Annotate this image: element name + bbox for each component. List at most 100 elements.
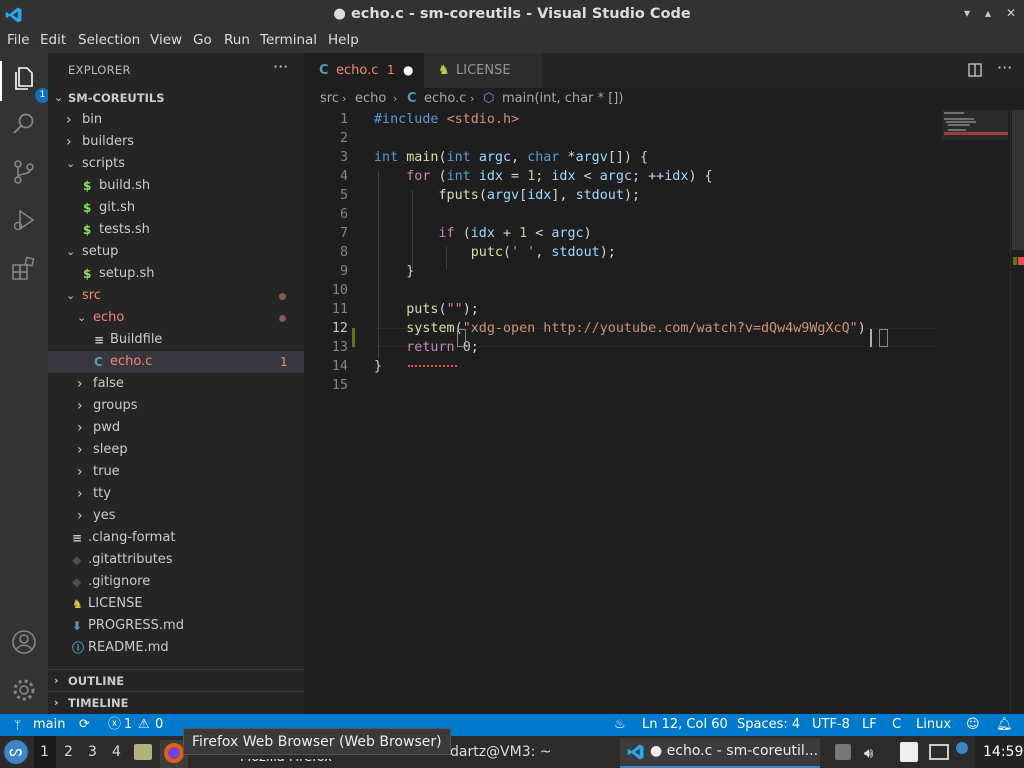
- timeline-section[interactable]: › TIMELINE: [48, 691, 304, 713]
- warning-icon[interactable]: ⚠: [138, 714, 150, 736]
- breadcrumb-file[interactable]: echo.c: [424, 88, 466, 110]
- tab-echo-c[interactable]: C echo.c 1 ●: [304, 53, 424, 88]
- terminal-window-button[interactable]: dartz@VM3: ~: [445, 740, 615, 768]
- workspace-root[interactable]: ⌄ SM-COREUTILS: [48, 87, 304, 109]
- tab-label: LICENSE: [456, 63, 511, 78]
- code-editor[interactable]: 1 #include <stdio.h> 2 3 int main(int argc, …: [304, 110, 1024, 714]
- more-actions-button[interactable]: ···: [273, 57, 288, 76]
- file-manager-icon[interactable]: [134, 744, 152, 760]
- tree-folder[interactable]: ⌄ src: [48, 285, 304, 307]
- vscode-window-button[interactable]: ● echo.c - sm-coreutil...: [620, 738, 820, 768]
- minimize-button[interactable]: ▾: [964, 6, 970, 20]
- maximize-button[interactable]: ▴: [985, 6, 991, 20]
- firefox-icon[interactable]: [164, 743, 184, 763]
- close-button[interactable]: ✕: [1006, 6, 1016, 20]
- error-icon[interactable]: ⓧ: [108, 714, 121, 736]
- indentation[interactable]: Spaces: 4: [737, 714, 800, 736]
- language-mode[interactable]: C: [892, 714, 901, 736]
- tree-folder[interactable]: › tty: [48, 483, 304, 505]
- minimap[interactable]: [938, 110, 1010, 714]
- settings-gear-icon[interactable]: [10, 676, 38, 704]
- tree-file[interactable]: $ git.sh: [48, 197, 304, 219]
- dirty-indicator-icon[interactable]: ●: [403, 53, 413, 88]
- error-squiggle: [408, 364, 457, 367]
- tab-label: echo.c: [336, 63, 379, 78]
- tree-file[interactable]: ◆ .gitattributes: [48, 549, 304, 571]
- update-indicator-icon[interactable]: [956, 742, 968, 754]
- line-number: 13: [331, 340, 348, 355]
- notes-icon[interactable]: [900, 742, 918, 762]
- end-of-line[interactable]: LF: [862, 714, 877, 736]
- tab-problem-count: 1: [387, 63, 395, 77]
- tree-folder[interactable]: ⌄ echo: [48, 307, 304, 329]
- tree-folder[interactable]: › yes: [48, 505, 304, 527]
- tree-file[interactable]: ⓘ README.md: [48, 637, 304, 659]
- editor-scrollbar[interactable]: [1010, 110, 1024, 714]
- outline-section[interactable]: › OUTLINE: [48, 669, 304, 691]
- network-icon[interactable]: [929, 744, 949, 760]
- tree-file[interactable]: ◆ .gitignore: [48, 571, 304, 593]
- tree-folder[interactable]: › groups: [48, 395, 304, 417]
- tree-folder[interactable]: › true: [48, 461, 304, 483]
- menu-edit[interactable]: Edit: [40, 32, 66, 48]
- cursor-position[interactable]: Ln 12, Col 60: [642, 714, 728, 736]
- tree-file[interactable]: ≡ Buildfile: [48, 329, 304, 351]
- workspace-2[interactable]: 2: [64, 744, 73, 760]
- tree-file[interactable]: Cecho.c 1: [48, 351, 304, 373]
- clipboard-icon[interactable]: [835, 744, 851, 760]
- explorer-icon[interactable]: 1: [10, 64, 50, 103]
- tab-license[interactable]: ♞ LICENSE: [424, 53, 542, 88]
- tree-file[interactable]: $ setup.sh: [48, 263, 304, 285]
- breadcrumb-echo[interactable]: echo: [355, 88, 386, 110]
- run-debug-icon[interactable]: [10, 206, 38, 234]
- search-icon[interactable]: [10, 110, 38, 138]
- extensions-icon[interactable]: [10, 254, 38, 282]
- line-number: 11: [331, 302, 348, 317]
- tree-folder[interactable]: ⌄ scripts: [48, 153, 304, 175]
- tree-folder[interactable]: › sleep: [48, 439, 304, 461]
- tree-folder[interactable]: › bin: [48, 109, 304, 131]
- code-text: putc(' ', stdout);: [470, 245, 616, 260]
- chevron-right-icon: ›: [66, 134, 72, 150]
- notifications-bell-icon[interactable]: 🔔︎: [996, 714, 1013, 736]
- tree-folder[interactable]: ⌄ setup: [48, 241, 304, 263]
- encoding[interactable]: UTF-8: [812, 714, 850, 736]
- breadcrumb-src[interactable]: src: [320, 88, 339, 110]
- menu-view[interactable]: View: [150, 32, 182, 48]
- tree-file[interactable]: $ build.sh: [48, 175, 304, 197]
- flame-icon[interactable]: ♨: [614, 714, 626, 736]
- workspace-1[interactable]: 1: [40, 744, 49, 760]
- sync-icon[interactable]: ⟳: [79, 714, 90, 736]
- branch-label[interactable]: main: [33, 714, 65, 736]
- tree-file[interactable]: $ tests.sh: [48, 219, 304, 241]
- error-count[interactable]: 1: [124, 714, 132, 736]
- menu-file[interactable]: File: [7, 32, 30, 48]
- account-icon[interactable]: [10, 628, 38, 656]
- more-actions-icon[interactable]: ···: [997, 58, 1012, 77]
- start-menu-icon[interactable]: ᔕ: [4, 740, 28, 764]
- workspace-4[interactable]: 4: [112, 744, 121, 760]
- breadcrumb-symbol[interactable]: main(int, char * []): [502, 88, 623, 110]
- menu-run[interactable]: Run: [224, 32, 250, 48]
- os-label[interactable]: Linux: [916, 714, 951, 736]
- volume-icon[interactable]: 🔊︎: [864, 744, 873, 762]
- tree-folder[interactable]: › false: [48, 373, 304, 395]
- tree-item-label: PROGRESS.md: [88, 618, 184, 633]
- warning-count[interactable]: 0: [155, 714, 163, 736]
- tree-folder[interactable]: › pwd: [48, 417, 304, 439]
- menu-help[interactable]: Help: [328, 32, 359, 48]
- status-bar: ᛘ main ⟳ ⓧ 1 ⚠ 0 ♨ Ln 12, Col 60 Spaces:…: [0, 714, 1024, 736]
- menu-terminal[interactable]: Terminal: [260, 32, 317, 48]
- tree-file[interactable]: ⬇ PROGRESS.md: [48, 615, 304, 637]
- clock[interactable]: 14:59: [983, 744, 1023, 760]
- chevron-right-icon: ›: [393, 92, 398, 105]
- tree-file[interactable]: ≡ .clang-format: [48, 527, 304, 549]
- tree-file[interactable]: ♞ LICENSE: [48, 593, 304, 615]
- feedback-icon[interactable]: ☺: [966, 714, 980, 736]
- menu-go[interactable]: Go: [193, 32, 212, 48]
- workspace-3[interactable]: 3: [88, 744, 97, 760]
- menu-selection[interactable]: Selection: [78, 32, 140, 48]
- tree-folder[interactable]: › builders: [48, 131, 304, 153]
- split-editor-icon[interactable]: [968, 62, 982, 77]
- source-control-icon[interactable]: [10, 158, 38, 186]
